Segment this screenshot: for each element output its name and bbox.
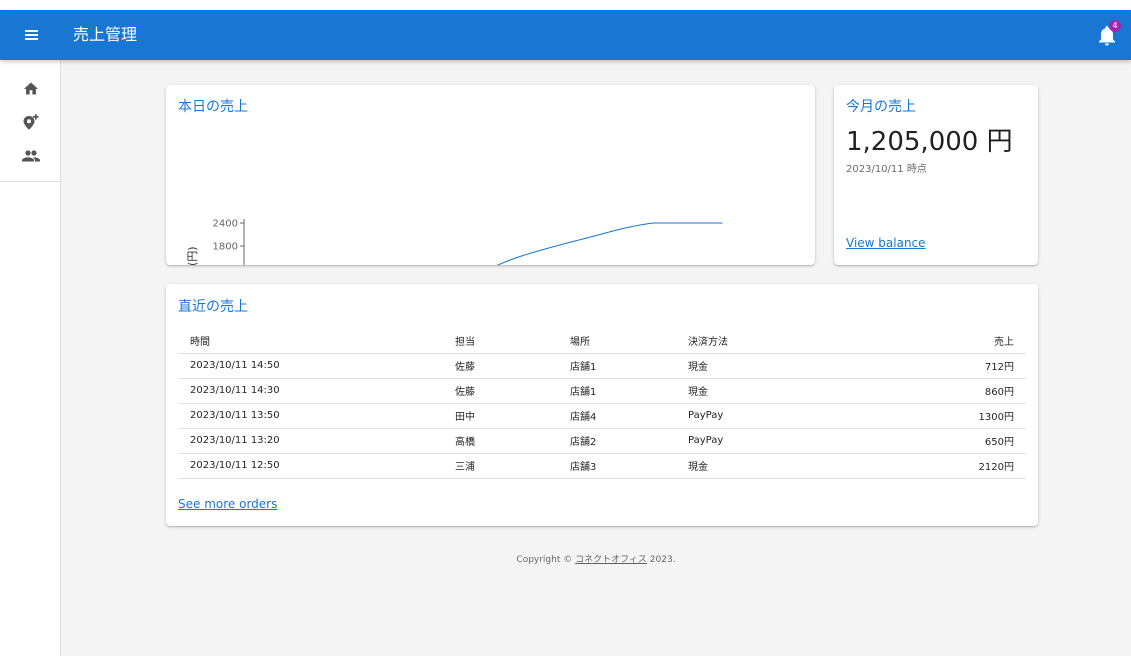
month-sales-amount: 1,205,000 円	[846, 127, 1013, 157]
notification-badge: 4	[1109, 20, 1121, 32]
add-location-icon	[23, 114, 39, 130]
sidebar-item-people[interactable]	[18, 144, 44, 168]
cell-staff: 三浦	[443, 453, 558, 479]
cell-time: 2023/10/11 12:50	[178, 453, 443, 479]
cell-time: 2023/10/11 13:50	[178, 403, 443, 429]
notifications-button[interactable]: 4	[1096, 20, 1122, 47]
month-sales-title: 今月の売上	[846, 99, 916, 115]
column-header-place: 場所	[558, 328, 676, 354]
cell-sales: 650円	[836, 428, 1026, 454]
cell-place: 店舗2	[558, 428, 676, 454]
y-tick-label: 1800	[213, 242, 238, 253]
cell-sales: 860円	[836, 378, 1026, 404]
data-point	[516, 256, 518, 259]
menu-icon[interactable]	[21, 24, 43, 46]
cell-sales: 712円	[836, 353, 1026, 379]
table-header-row: 時間 担当 場所 決済方法 売上	[178, 328, 1026, 354]
cell-sales: 2120円	[836, 453, 1026, 479]
y-tick-label: 1200	[213, 265, 238, 266]
cell-place: 店舗1	[558, 378, 676, 404]
column-header-staff: 担当	[443, 328, 558, 354]
cell-staff: 高橋	[443, 428, 558, 454]
top-strip	[0, 0, 1131, 10]
cell-time: 2023/10/11 14:50	[178, 353, 443, 379]
data-point	[652, 222, 655, 224]
y-tick-label: 2400	[213, 219, 238, 230]
footer: Copyright © コネクトオフィス 2023.	[61, 552, 1131, 565]
column-header-time: 時間	[178, 328, 443, 354]
table-row: 2023/10/11 14:30 佐藤 店舗1 現金 860円	[178, 378, 1026, 404]
sidebar-divider	[0, 181, 60, 182]
today-sales-chart: 060012001800240000:0003:0006:0009:0012:0…	[186, 219, 723, 266]
footer-suffix: 2023.	[646, 555, 676, 565]
column-header-payment: 決済方法	[676, 328, 836, 354]
table-row: 2023/10/11 12:50 三浦 店舗3 現金 2120円	[178, 453, 1026, 479]
recent-orders-card: 直近の売上 時間 担当 場所 決済方法 売上 2023/10/11 14:50 …	[166, 284, 1038, 526]
footer-company-link[interactable]: コネクトオフィス	[575, 555, 647, 565]
footer-prefix: Copyright ©	[516, 555, 576, 565]
app-bar: 売上管理 4	[0, 10, 1131, 60]
cell-staff: 佐藤	[443, 353, 558, 379]
cell-staff: 佐藤	[443, 378, 558, 404]
column-header-sales: 売上	[836, 328, 1026, 354]
recent-orders-title: 直近の売上	[178, 299, 248, 315]
app-title: 売上管理	[73, 25, 138, 44]
month-sales-as-of: 2023/10/11 時点	[846, 164, 927, 175]
today-sales-card: 本日の売上 060012001800240000:0003:0006:0009:…	[166, 85, 815, 265]
cell-payment: PayPay	[676, 428, 836, 454]
cell-place: 店舗1	[558, 353, 676, 379]
cell-place: 店舗3	[558, 453, 676, 479]
sidebar-item-home[interactable]	[18, 77, 44, 101]
y-axis-label: 売上 (円)	[186, 246, 199, 265]
see-more-orders-link[interactable]: See more orders	[178, 497, 277, 511]
cell-sales: 1300円	[836, 403, 1026, 429]
cell-staff: 田中	[443, 403, 558, 429]
view-balance-link[interactable]: View balance	[846, 236, 926, 250]
cell-payment: 現金	[676, 453, 836, 479]
table-row: 2023/10/11 13:50 田中 店舗4 PayPay 1300円	[178, 403, 1026, 429]
cell-payment: 現金	[676, 353, 836, 379]
table-row: 2023/10/11 14:50 佐藤 店舗1 現金 712円	[178, 353, 1026, 379]
sidebar-item-add-location[interactable]	[18, 110, 44, 134]
table-row: 2023/10/11 13:20 高橋 店舗2 PayPay 650円	[178, 428, 1026, 454]
cell-payment: PayPay	[676, 403, 836, 429]
sidebar	[0, 60, 61, 656]
sales-line-series	[496, 222, 722, 265]
cell-payment: 現金	[676, 378, 836, 404]
month-sales-card: 今月の売上 1,205,000 円 2023/10/11 時点 View bal…	[834, 85, 1038, 265]
home-icon	[24, 82, 38, 95]
data-point	[584, 237, 586, 239]
data-point	[721, 222, 723, 224]
cell-time: 2023/10/11 14:30	[178, 378, 443, 404]
cell-time: 2023/10/11 13:20	[178, 428, 443, 454]
cell-place: 店舗4	[558, 403, 676, 429]
orders-table: 時間 担当 場所 決済方法 売上 2023/10/11 14:50 佐藤 店舗1…	[178, 328, 1026, 479]
people-icon	[22, 150, 40, 162]
